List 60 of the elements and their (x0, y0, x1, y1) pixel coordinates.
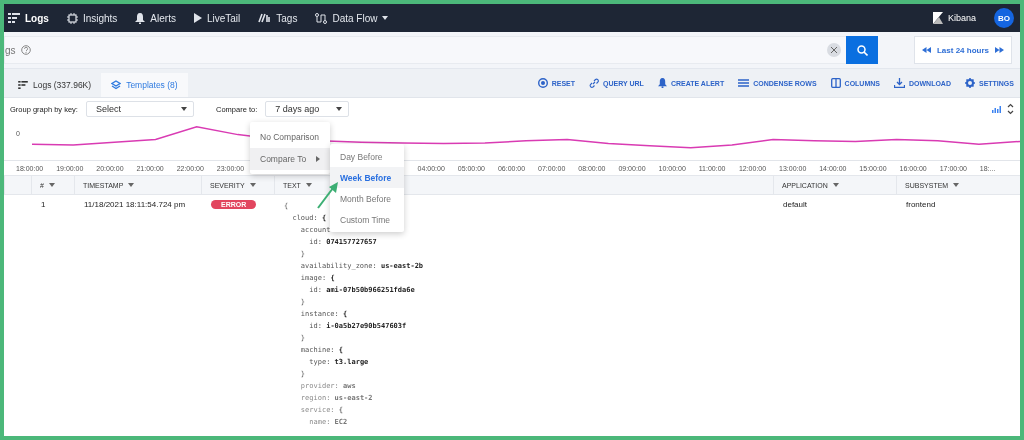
download-icon (894, 78, 905, 88)
bar-chart-icon[interactable] (992, 105, 1001, 113)
close-icon (831, 47, 837, 53)
link-icon (589, 78, 600, 88)
caret-icon (336, 107, 343, 111)
nav-item[interactable]: Tags (258, 12, 298, 24)
tab[interactable]: Logs (337.96K) (8, 73, 102, 97)
list-icon (8, 13, 20, 23)
help-icon (21, 45, 31, 55)
reset-icon (537, 78, 548, 88)
menu-item[interactable]: Month Before (330, 188, 404, 209)
tags-icon (258, 13, 272, 23)
bell-icon (135, 12, 146, 24)
flow-icon (315, 12, 328, 24)
chip-icon (66, 12, 78, 24)
sort-icon (953, 183, 960, 187)
logo-icon (932, 12, 943, 24)
caret-icon (180, 107, 187, 111)
nav-item[interactable]: Data Flow (315, 12, 389, 24)
sort-icon (48, 183, 55, 187)
nav-item[interactable]: Insights (66, 12, 118, 24)
nav-item[interactable]: Logs (8, 12, 49, 24)
nav-item[interactable]: LiveTail (193, 12, 241, 24)
layers-icon (111, 80, 122, 90)
subsystem-name: frontend (906, 200, 936, 209)
rewind-icon (922, 47, 931, 53)
row-number: 1 (41, 200, 46, 209)
sort-icon (305, 183, 312, 187)
menu-item[interactable]: Week Before (330, 167, 404, 188)
columns-icon (830, 78, 841, 88)
list-icon (18, 81, 28, 89)
tab[interactable]: Templates (8) (101, 73, 188, 97)
menu-item[interactable]: Day Before (330, 146, 404, 167)
submenu-icon (316, 156, 320, 162)
nav-item[interactable]: Alerts (135, 12, 176, 24)
search-input[interactable]: gs (5, 44, 17, 56)
fast-forward-icon (995, 47, 1004, 53)
timestamp: 11/18/2021 18:11:54.724 pm (84, 200, 186, 209)
play-icon (193, 13, 202, 23)
bell-icon (657, 78, 667, 88)
menu-item[interactable]: Custom Time (330, 209, 404, 230)
compare-select[interactable]: 7 days ago (265, 101, 350, 117)
expand-collapse-icon[interactable] (1007, 103, 1014, 115)
caret-icon (382, 16, 389, 20)
sort-icon (249, 183, 256, 187)
sort-icon (832, 183, 839, 187)
user-avatar[interactable]: BO (994, 8, 1014, 28)
search-icon (856, 44, 868, 56)
group-select[interactable]: Select (85, 101, 194, 117)
time-range-picker[interactable]: Last 24 hours (914, 36, 1012, 64)
brand-name: Kibana (947, 13, 976, 23)
rows-icon (738, 79, 750, 87)
sort-icon (128, 183, 135, 187)
search-button[interactable] (846, 36, 878, 64)
application-name: default (783, 200, 808, 209)
pointer-arrow (317, 182, 338, 209)
settings-icon (965, 78, 975, 88)
clear-button[interactable] (827, 43, 841, 57)
menu-item[interactable]: Compare To (250, 148, 330, 170)
menu-item[interactable]: No Comparison (250, 126, 330, 148)
